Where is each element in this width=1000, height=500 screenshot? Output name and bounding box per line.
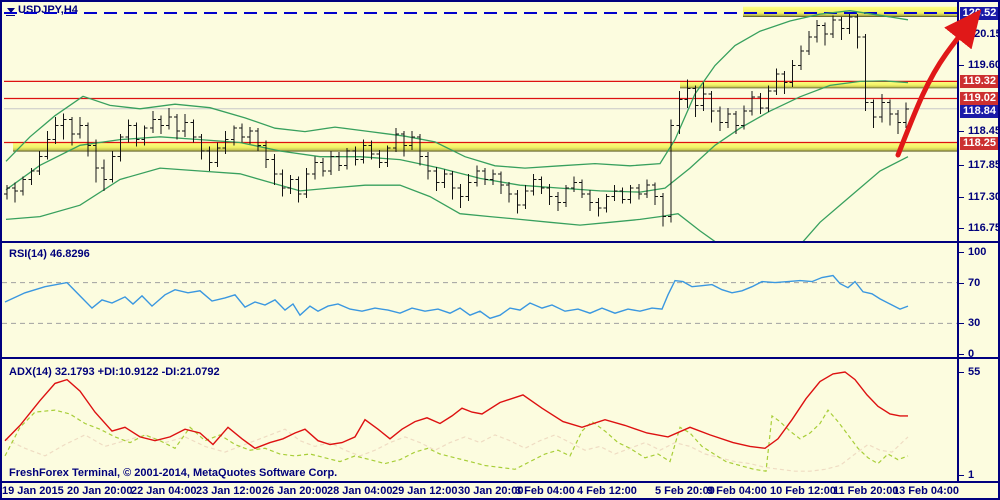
indicator-scale-label: 1 [968, 469, 975, 481]
indicator-scale-tick [958, 252, 964, 253]
time-axis-label: 9 Feb 04:00 [707, 485, 767, 497]
time-axis-label: 13 Feb 04:00 [893, 485, 960, 497]
indicator-scale-tick [958, 354, 964, 355]
price-tick [958, 228, 964, 229]
main-chart-area[interactable] [2, 2, 957, 241]
price-level-badge: 118.84 [960, 105, 999, 118]
price-scale-label: 120.15 [968, 28, 1000, 40]
price-tick [958, 165, 964, 166]
price-level-badge: 119.02 [960, 92, 999, 105]
indicator-scale-label: 0 [968, 348, 975, 360]
pane-separator-adx-timeaxis [0, 481, 1000, 483]
indicator-scale-label: 30 [968, 317, 981, 329]
price-tick [958, 197, 964, 198]
price-scale-label: 117.85 [968, 159, 1000, 171]
price-scale-separator [957, 2, 959, 481]
indicator-scale-tick [958, 475, 964, 476]
time-axis-label: 23 Jan 12:00 [196, 485, 262, 497]
indicator-scale-label: 70 [968, 277, 981, 289]
time-axis-label: 28 Jan 04:00 [327, 485, 393, 497]
price-scale-label: 118.45 [968, 125, 1000, 137]
time-axis-label: 5 Feb 20:00 [655, 485, 715, 497]
indicator-scale-label: 55 [968, 366, 981, 378]
time-axis-label: 22 Jan 04:00 [131, 485, 197, 497]
price-level-badge: 119.32 [960, 75, 999, 88]
price-scale-label: 119.60 [968, 59, 1000, 71]
time-axis-label: 20 Jan 20:00 [67, 485, 133, 497]
price-tick [958, 34, 964, 35]
price-scale-label: 117.30 [968, 191, 1000, 203]
indicator-scale-tick [958, 323, 964, 324]
indicator-scale-tick [958, 283, 964, 284]
rsi-pane-area[interactable] [2, 243, 957, 357]
time-axis-label: 3 Feb 04:00 [515, 485, 575, 497]
time-axis-label: 10 Feb 12:00 [770, 485, 837, 497]
time-axis-label: 11 Feb 20:00 [833, 485, 899, 497]
indicator-scale-tick [958, 372, 964, 373]
price-tick [958, 65, 964, 66]
terminal-chart-window: USDJPY,H4 RSI(14) 46.8296 ADX(14) 32.179… [0, 0, 1000, 500]
time-axis-label: 29 Jan 12:00 [392, 485, 458, 497]
adx-pane-area[interactable] [2, 359, 957, 481]
price-level-badge: 118.25 [960, 137, 999, 150]
indicator-scale-label: 100 [968, 246, 987, 258]
time-axis-label: 26 Jan 20:00 [262, 485, 328, 497]
time-axis-label: 19 Jan 2015 [2, 485, 64, 497]
time-axis-label: 4 Feb 12:00 [577, 485, 637, 497]
price-level-badge: 120.52 [960, 7, 999, 20]
price-scale-label: 116.75 [968, 222, 1000, 234]
price-tick [958, 131, 964, 132]
time-axis-label: 30 Jan 20:00 [458, 485, 524, 497]
